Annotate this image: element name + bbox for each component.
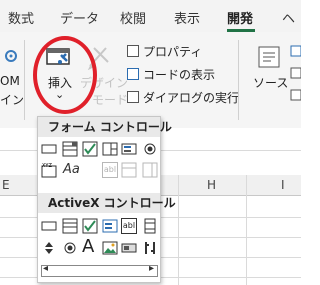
column-header-i[interactable]: I [281,178,285,192]
design-mode-label-2: モード [92,93,129,107]
activex-combobox-icon[interactable] [62,218,78,234]
addins-label-1: OM [0,74,20,88]
highlight-circle [33,36,97,114]
form-button-icon[interactable] [41,141,57,157]
addins-label-2: イン [0,93,25,107]
activex-listbox-icon[interactable] [102,218,118,234]
tab-developer[interactable]: 開発 [227,8,253,27]
tab-help[interactable]: ヘ [282,8,295,27]
view-code-button[interactable]: コードの表示 [143,66,215,83]
form-spinner-icon[interactable] [102,141,118,157]
xml-commands-partial[interactable] [289,44,302,104]
activex-button-icon[interactable] [41,218,57,234]
ribbon-separator [238,40,239,120]
activex-scrollbar-icon[interactable] [142,218,158,234]
form-groupbox-icon[interactable]: XYZ [41,162,57,178]
activex-checkbox-icon[interactable] [82,218,98,234]
activex-option-button-icon[interactable] [62,240,78,256]
form-combo-list-icon [121,162,137,178]
form-checkbox-icon[interactable] [82,141,98,157]
scroll-left-icon[interactable]: ◂ [43,263,48,274]
activex-horizontal-scrollbar[interactable] [41,265,158,277]
form-option-button-icon[interactable] [142,141,158,157]
tab-formulas[interactable]: 数式 [8,8,34,27]
form-controls-header: フォーム コントロール [38,117,172,137]
activex-image-icon[interactable] [102,240,118,256]
source-icon [256,44,282,70]
form-combobox-icon[interactable] [62,141,78,157]
activex-textbox-icon[interactable]: abl [121,218,137,234]
form-textfield-icon: abl [102,162,118,178]
activex-label-icon[interactable]: A [82,236,94,257]
properties-icon [127,45,139,57]
properties-button[interactable]: プロパティ [143,43,202,60]
ribbon-separator [24,40,25,120]
run-dialog-icon [127,91,139,103]
activex-more-controls-icon[interactable] [142,240,158,256]
activex-toggle-icon[interactable] [121,240,137,256]
scroll-right-icon[interactable]: ▸ [149,263,154,274]
form-label-icon[interactable]: Aa [63,162,80,177]
grid-line [178,175,179,285]
svg-text:XYZ: XYZ [42,163,52,169]
column-header-h[interactable]: H [207,178,216,192]
ribbon-tab-bar: 数式 データ 校閲 表示 開発 ヘ [0,0,301,32]
activex-controls-header: ActiveX コントロール [38,193,176,213]
tab-data[interactable]: データ [60,8,99,27]
tab-view[interactable]: 表示 [174,8,200,27]
run-dialog-button[interactable]: ダイアログの実行 [143,89,239,106]
form-combo-dropdown-icon [142,162,158,178]
addins-icon[interactable] [4,48,20,62]
view-code-icon [127,68,139,80]
source-button[interactable]: ソース [253,74,288,91]
form-listbox-icon[interactable] [121,141,137,157]
grid-line [246,175,247,285]
column-header-e[interactable]: E [2,178,10,192]
tab-review[interactable]: 校閲 [120,8,146,27]
activex-spinner-icon[interactable] [41,240,57,256]
